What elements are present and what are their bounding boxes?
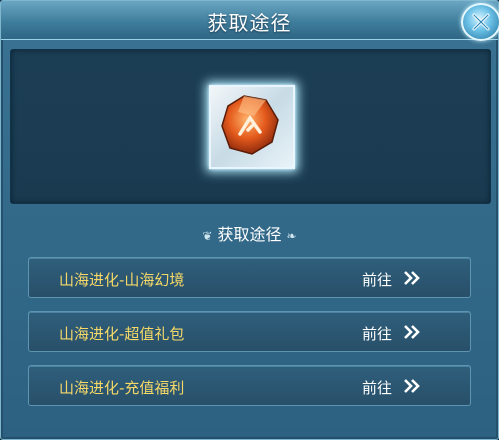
section-heading-text: 获取途径 xyxy=(217,225,282,244)
double-chevron-right-icon xyxy=(404,271,420,285)
route-name: 山海进化-山海幻境 xyxy=(59,271,185,289)
go-button[interactable]: 前往 xyxy=(362,323,392,344)
orange-crystal-icon xyxy=(221,95,279,155)
ornament-left-icon: ❦ xyxy=(202,229,213,243)
route-row-2[interactable]: 山海进化-超值礼包 前往 xyxy=(28,311,471,352)
title-bar: 获取途径 xyxy=(1,1,498,40)
dialog-title: 获取途径 xyxy=(207,11,292,35)
route-row-1[interactable]: 山海进化-山海幻境 前往 xyxy=(28,257,471,298)
route-row-3[interactable]: 山海进化-充值福利 前往 xyxy=(28,365,471,406)
ornament-right-icon: ❧ xyxy=(286,229,297,243)
route-name: 山海进化-超值礼包 xyxy=(59,325,185,343)
go-button[interactable]: 前往 xyxy=(362,269,392,290)
double-chevron-right-icon xyxy=(404,325,420,339)
section-heading: ❦ 获取途径 ❧ xyxy=(1,221,498,245)
route-name: 山海进化-充值福利 xyxy=(59,379,185,397)
close-icon xyxy=(472,13,490,31)
double-chevron-right-icon xyxy=(404,379,420,393)
item-slot[interactable] xyxy=(209,85,295,169)
acquisition-dialog: 获取途径 ❦ 获取途径 ❧ 山海进化-山海幻境 前往 山海进化-超值礼包 前往 … xyxy=(0,0,499,440)
go-button[interactable]: 前往 xyxy=(362,377,392,398)
close-button[interactable] xyxy=(461,3,499,41)
